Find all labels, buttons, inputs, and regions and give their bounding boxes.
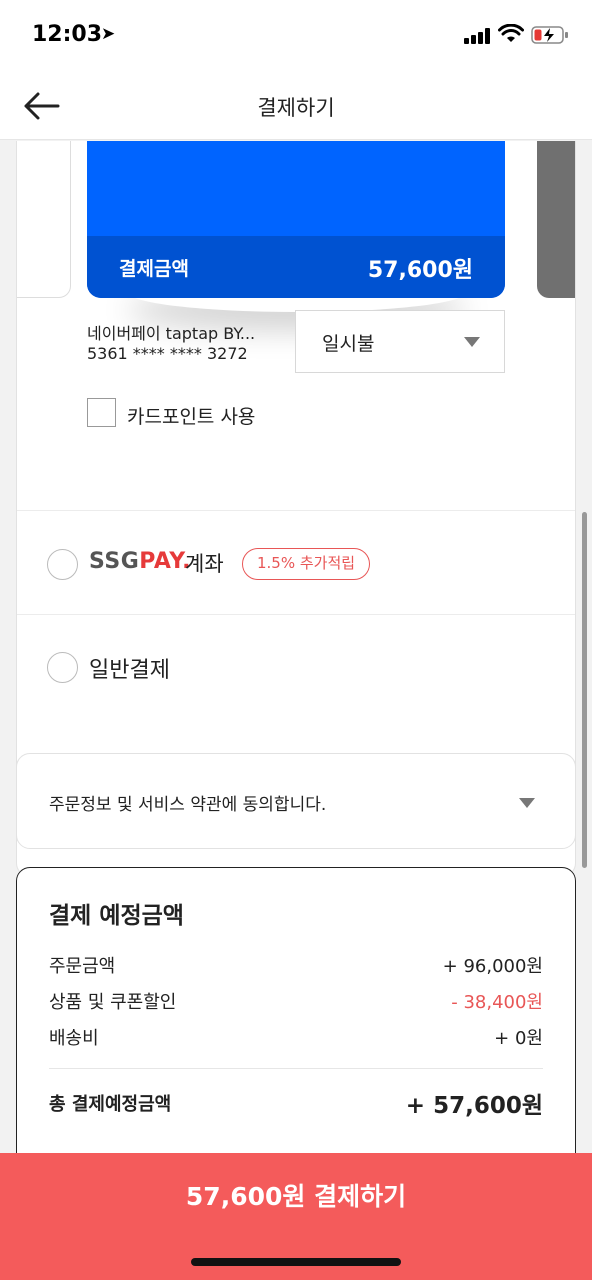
chevron-down-icon [464, 337, 480, 347]
ssgpay-logo-pay: PAY. [139, 549, 191, 574]
installment-select[interactable]: 일시불 [295, 310, 505, 373]
next-card[interactable] [537, 141, 575, 298]
divider [17, 614, 575, 615]
total-value: + 57,600원 [405, 1093, 543, 1119]
pay-button-label: 57,600원 결제하기 [185, 1182, 407, 1211]
total-label: 총 결제예정금액 [49, 1094, 172, 1115]
summary-title: 결제 예정금액 [49, 903, 184, 929]
header: 결제하기 [0, 72, 592, 140]
shipping-label: 배송비 [49, 1028, 99, 1049]
order-amount-value: + 96,000원 [442, 956, 543, 977]
card-amount-value: 57,600원 [367, 258, 473, 283]
shipping-value: + 0원 [494, 1028, 543, 1049]
divider [17, 510, 575, 511]
discount-value: - 38,400원 [451, 992, 543, 1013]
discount-label: 상품 및 쿠폰할인 [49, 992, 177, 1013]
battery-icon [531, 26, 568, 44]
order-amount-label: 주문금액 [49, 956, 116, 977]
general-payment-label: 일반결제 [89, 658, 170, 683]
ssgpay-logo: SSGPAY. [89, 549, 191, 574]
installment-value: 일시불 [322, 333, 375, 355]
terms-agreement-toggle[interactable]: 주문정보 및 서비스 약관에 동의합니다. [16, 753, 576, 849]
general-payment-radio[interactable] [47, 652, 78, 683]
main-content: 결제금액 57,600원 네이버페이 taptap BY... 5361 ***… [0, 141, 592, 1280]
card-amount-label: 결제금액 [119, 258, 189, 280]
wifi-icon [498, 24, 524, 42]
selected-card[interactable]: 결제금액 57,600원 [87, 141, 505, 298]
home-indicator[interactable] [191, 1258, 401, 1266]
previous-card[interactable] [17, 141, 71, 298]
ssgpay-radio[interactable] [47, 549, 78, 580]
scrollbar[interactable] [582, 512, 587, 868]
status-bar: 12:03 ➤ [0, 0, 592, 72]
terms-agreement-text: 주문정보 및 서비스 약관에 동의합니다. [49, 795, 327, 815]
page-title: 결제하기 [257, 96, 335, 120]
card-point-label: 카드포인트 사용 [127, 406, 256, 428]
chevron-down-icon [519, 798, 535, 808]
card-name: 네이버페이 taptap BY... [87, 324, 256, 343]
divider [49, 1068, 543, 1069]
location-arrow-icon: ➤ [101, 24, 116, 44]
bonus-badge: 1.5% 추가적립 [242, 548, 371, 580]
card-amount-bar: 결제금액 57,600원 [87, 236, 505, 298]
ssgpay-label: 계좌 [185, 552, 224, 576]
status-time: 12:03 [32, 22, 103, 47]
signal-icon [464, 28, 492, 44]
card-number: 5361 **** **** 3272 [87, 344, 248, 363]
ssgpay-logo-ssg: SSG [89, 549, 140, 574]
card-point-checkbox[interactable] [87, 398, 116, 427]
